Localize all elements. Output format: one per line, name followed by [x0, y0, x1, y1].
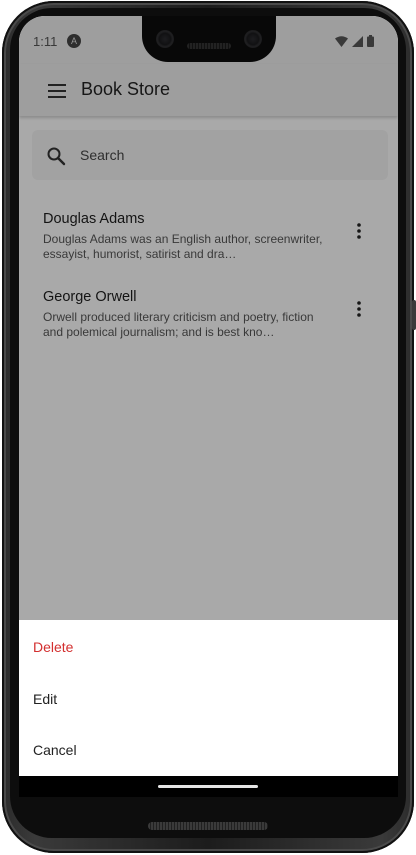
side-button — [412, 300, 416, 330]
cancel-option[interactable]: Cancel — [33, 742, 77, 758]
home-gesture-pill[interactable] — [158, 785, 258, 788]
system-nav-bar — [19, 776, 398, 797]
edit-option[interactable]: Edit — [33, 691, 57, 707]
action-bottom-sheet: Delete Edit Cancel — [19, 620, 398, 776]
delete-option[interactable]: Delete — [33, 639, 73, 655]
screen: 1:11 A Book Store Search Douglas Adams D… — [19, 16, 398, 797]
bottom-speaker-grille — [148, 822, 268, 830]
device: 1:11 A Book Store Search Douglas Adams D… — [0, 0, 416, 855]
